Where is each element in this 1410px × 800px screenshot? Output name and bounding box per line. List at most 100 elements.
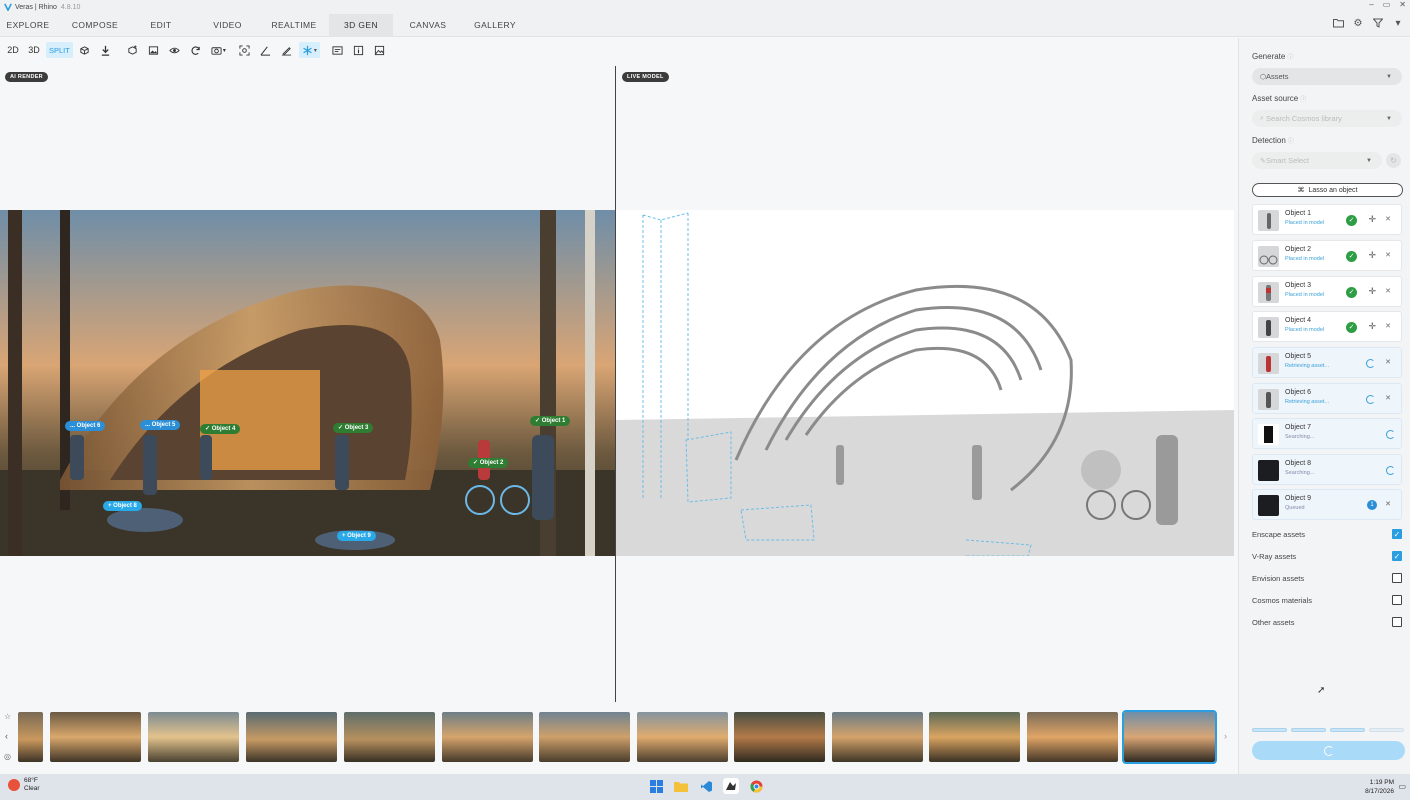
history-thumbnail[interactable] xyxy=(637,712,728,762)
info-box-icon[interactable] xyxy=(350,42,368,58)
filter-vray-assets[interactable]: V-Ray assets ✓ xyxy=(1252,551,1402,561)
checkbox-checked[interactable]: ✓ xyxy=(1392,529,1402,539)
history-thumbnail[interactable] xyxy=(929,712,1020,762)
tab-canvas[interactable]: CANVAS xyxy=(400,14,456,37)
object-card[interactable]: Object 1 Placed in model ✓ ✛ ✕ xyxy=(1252,204,1402,235)
camera-icon[interactable]: ▾ xyxy=(208,42,229,58)
close-icon[interactable]: ✕ xyxy=(1385,500,1391,508)
render-tag-object-9[interactable]: + Object 9 xyxy=(337,531,376,541)
tab-edit[interactable]: EDIT xyxy=(136,14,186,37)
rhino-icon[interactable] xyxy=(723,778,739,794)
gear-icon[interactable]: ⚙ xyxy=(1352,17,1364,29)
tab-explore[interactable]: EXPLORE xyxy=(0,14,56,37)
history-thumbnail-selected[interactable] xyxy=(1122,710,1217,764)
checkbox-unchecked[interactable] xyxy=(1392,573,1402,583)
ai-render-image[interactable]: ... Object 6 ... Object 5 ✓ Object 4 ✓ O… xyxy=(0,210,615,556)
object-card[interactable]: Object 7 Searching... xyxy=(1252,418,1402,449)
object-card[interactable]: Object 8 Searching... xyxy=(1252,454,1402,485)
close-icon[interactable]: ✕ xyxy=(1385,215,1391,223)
image-icon[interactable] xyxy=(145,42,163,58)
history-thumbnail[interactable] xyxy=(344,712,435,762)
render-tag-object-3[interactable]: ✓ Object 3 xyxy=(333,423,374,433)
tab-compose[interactable]: COMPOSE xyxy=(64,14,126,37)
cube-frame-icon[interactable] xyxy=(76,42,94,58)
render-tag-object-2[interactable]: ✓ Object 2 xyxy=(468,458,509,468)
lasso-object-button[interactable]: ⌘ Lasso an object xyxy=(1252,183,1403,197)
history-thumbnail[interactable] xyxy=(734,712,825,762)
history-thumbnail[interactable] xyxy=(1027,712,1118,762)
locate-icon[interactable]: ✛ xyxy=(1368,250,1376,261)
close-icon[interactable]: ✕ xyxy=(1385,287,1391,295)
tab-3d-gen[interactable]: 3D GEN xyxy=(329,14,393,37)
object-card[interactable]: Object 4 Placed in model ✓ ✛ ✕ xyxy=(1252,311,1402,342)
render-tag-object-6[interactable]: ... Object 6 xyxy=(65,421,106,431)
checkbox-unchecked[interactable] xyxy=(1392,617,1402,627)
split-divider[interactable] xyxy=(615,66,616,702)
eye-icon[interactable] xyxy=(166,42,184,58)
history-thumbnail[interactable] xyxy=(832,712,923,762)
filter-cosmos-materials[interactable]: Cosmos materials xyxy=(1252,595,1402,605)
layout-icon[interactable] xyxy=(329,42,347,58)
live-model-view[interactable] xyxy=(616,210,1234,556)
sync-icon[interactable] xyxy=(187,42,205,58)
close-icon[interactable]: ✕ xyxy=(1385,251,1391,259)
close-icon[interactable]: ✕ xyxy=(1385,358,1391,366)
star-icon[interactable]: ☆ xyxy=(4,712,11,721)
download-icon[interactable] xyxy=(97,42,115,58)
folder-icon[interactable] xyxy=(1332,17,1344,29)
maximize-icon[interactable]: ▭ xyxy=(1383,0,1391,9)
file-explorer-icon[interactable] xyxy=(673,778,689,794)
close-icon[interactable]: ✕ xyxy=(1385,322,1391,330)
render-tag-object-1[interactable]: ✓ Object 1 xyxy=(530,416,571,426)
pin-icon[interactable]: ▾ xyxy=(1392,17,1404,29)
chrome-icon[interactable] xyxy=(748,778,764,794)
refresh-icon[interactable]: ↻ xyxy=(1386,153,1401,168)
object-card[interactable]: Object 6 Retrieving asset... ✕ xyxy=(1252,383,1402,414)
history-thumbnail[interactable] xyxy=(18,712,43,762)
angle-icon[interactable] xyxy=(257,42,275,58)
view-2d-button[interactable]: 2D xyxy=(4,42,22,58)
filter-icon[interactable] xyxy=(1372,17,1384,29)
weather-widget[interactable]: 68°F Clear xyxy=(8,777,40,793)
windows-start-icon[interactable] xyxy=(648,778,664,794)
close-icon[interactable]: ✕ xyxy=(1399,0,1406,9)
minimize-icon[interactable]: – xyxy=(1369,0,1373,9)
history-thumbnail[interactable] xyxy=(50,712,141,762)
generate-button[interactable] xyxy=(1252,741,1405,760)
locate-icon[interactable]: ✛ xyxy=(1368,286,1376,297)
taskbar-clock[interactable]: 1:19 PM 8/17/2026 xyxy=(1365,778,1394,796)
locate-icon[interactable]: ✛ xyxy=(1368,214,1376,225)
chevron-right-icon[interactable]: › xyxy=(1224,731,1227,741)
detection-dropdown[interactable]: ✎ Smart Select ▼ xyxy=(1252,152,1382,169)
render-tag-object-4[interactable]: ✓ Object 4 xyxy=(200,424,241,434)
vscode-icon[interactable] xyxy=(698,778,714,794)
focus-icon[interactable] xyxy=(236,42,254,58)
tab-video[interactable]: VIDEO xyxy=(200,14,255,37)
object-card[interactable]: Object 2 Placed in model ✓ ✛ ✕ xyxy=(1252,240,1402,271)
pen-angle-icon[interactable] xyxy=(278,42,296,58)
history-thumbnail[interactable] xyxy=(442,712,533,762)
history-thumbnail[interactable] xyxy=(148,712,239,762)
object-card[interactable]: Object 5 Retrieving asset... ✕ xyxy=(1252,347,1402,378)
tab-realtime[interactable]: REALTIME xyxy=(263,14,325,37)
checkbox-unchecked[interactable] xyxy=(1392,595,1402,605)
add-box-icon[interactable] xyxy=(124,42,142,58)
notification-icon[interactable]: ▭ xyxy=(1398,782,1406,791)
history-thumbnail[interactable] xyxy=(246,712,337,762)
object-card[interactable]: Object 3 Placed in model ✓ ✛ ✕ xyxy=(1252,276,1402,307)
object-card[interactable]: Object 9 Queued 1 ✕ xyxy=(1252,489,1402,520)
history-thumbnail[interactable] xyxy=(539,712,630,762)
filter-other-assets[interactable]: Other assets xyxy=(1252,617,1402,627)
tab-gallery[interactable]: GALLERY xyxy=(466,14,524,37)
filter-enscape-assets[interactable]: Enscape assets ✓ xyxy=(1252,529,1402,539)
gallery-icon[interactable] xyxy=(371,42,389,58)
snowflake-icon[interactable]: ▾ xyxy=(298,42,320,58)
view-3d-button[interactable]: 3D xyxy=(25,42,43,58)
generate-dropdown[interactable]: ⬡ Assets ▼ xyxy=(1252,68,1402,85)
settings-dial-icon[interactable]: ◎ xyxy=(4,752,11,761)
asset-source-search[interactable]: ⌕ Search Cosmos library ▼ xyxy=(1252,110,1402,127)
locate-icon[interactable]: ✛ xyxy=(1368,321,1376,332)
render-tag-object-5[interactable]: ... Object 5 xyxy=(140,420,181,430)
view-split-button[interactable]: SPLIT xyxy=(46,42,73,58)
close-icon[interactable]: ✕ xyxy=(1385,394,1391,402)
